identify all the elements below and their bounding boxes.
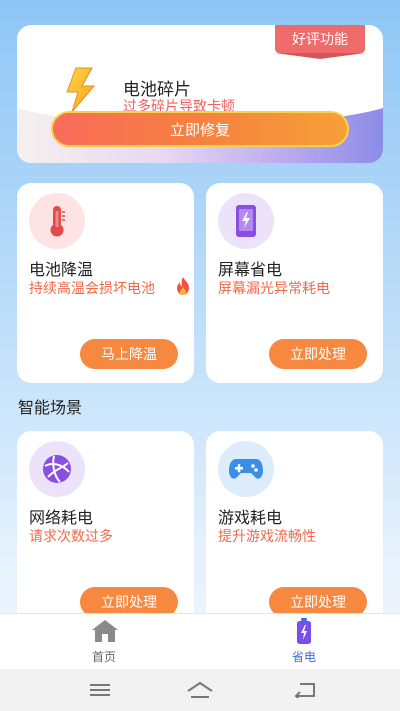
system-navigation-bar bbox=[0, 669, 400, 711]
card-title: 游戏耗电 bbox=[218, 508, 283, 527]
card-title: 屏幕省电 bbox=[218, 260, 283, 279]
menu-icon[interactable] bbox=[90, 683, 110, 697]
tab-home[interactable]: 首页 bbox=[4, 614, 204, 670]
phone-icon-bg bbox=[218, 193, 274, 249]
fire-icon bbox=[177, 277, 189, 295]
lightning-bolt-icon bbox=[66, 67, 96, 113]
globe-icon-bg bbox=[29, 441, 85, 497]
card-subtitle: 请求次数过多 bbox=[29, 529, 113, 545]
bottom-tab-bar: 首页 省电 bbox=[0, 613, 400, 669]
phone-bolt-icon bbox=[236, 205, 256, 237]
tab-label: 省电 bbox=[291, 650, 316, 664]
gamepad-icon bbox=[229, 459, 263, 479]
section-title: 智能场景 bbox=[18, 398, 83, 417]
back-icon[interactable] bbox=[294, 682, 316, 698]
battery-fragment-card: 好评功能 电池碎片 过多碎片导致卡顿 立即修复 bbox=[17, 25, 383, 163]
card-title: 电池降温 bbox=[29, 260, 94, 279]
home-nav-icon[interactable] bbox=[186, 681, 214, 699]
hero-badge: 好评功能 bbox=[275, 25, 365, 59]
battery-cooling-card[interactable]: 电池降温 持续高温会损坏电池 马上降温 bbox=[17, 183, 194, 383]
cool-down-button[interactable]: 马上降温 bbox=[80, 339, 178, 369]
tab-label: 首页 bbox=[91, 650, 116, 664]
battery-bolt-icon bbox=[297, 618, 311, 644]
card-subtitle: 提升游戏流畅性 bbox=[218, 529, 316, 545]
card-title: 网络耗电 bbox=[29, 508, 94, 527]
globe-icon bbox=[43, 455, 71, 483]
game-power-card[interactable]: 游戏耗电 提升游戏流畅性 立即处理 bbox=[206, 431, 383, 631]
network-power-card[interactable]: 网络耗电 请求次数过多 立即处理 bbox=[17, 431, 194, 631]
card-subtitle: 屏幕漏光异常耗电 bbox=[218, 281, 330, 297]
tab-power-saving[interactable]: 省电 bbox=[204, 614, 400, 670]
thermometer-icon bbox=[50, 206, 65, 237]
card-subtitle: 持续高温会损坏电池 bbox=[29, 281, 155, 297]
thermometer-icon-bg bbox=[29, 193, 85, 249]
home-icon bbox=[92, 620, 118, 642]
fix-now-button[interactable]: 立即修复 bbox=[51, 111, 349, 147]
handle-now-button[interactable]: 立即处理 bbox=[269, 339, 367, 369]
screen-saving-card[interactable]: 屏幕省电 屏幕漏光异常耗电 立即处理 bbox=[206, 183, 383, 383]
gamepad-icon-bg bbox=[218, 441, 274, 497]
